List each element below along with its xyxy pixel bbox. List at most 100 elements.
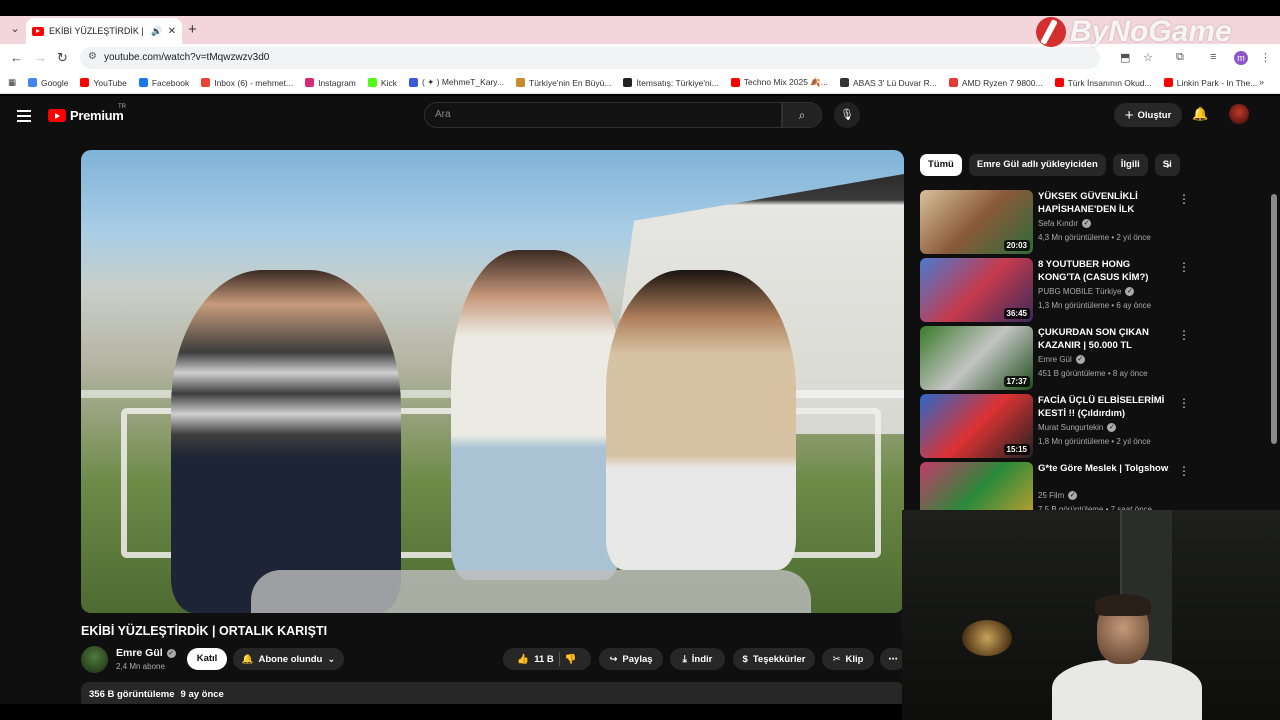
thanks-button[interactable]: $ Teşekkürler — [733, 648, 815, 670]
share-button[interactable]: ↪ Paylaş — [599, 648, 663, 670]
clip-button[interactable]: ✂ Klip — [822, 648, 874, 670]
thumbs-down-icon[interactable]: 👎 — [565, 654, 577, 665]
more-vertical-icon[interactable]: ⋮ — [1178, 260, 1190, 274]
recommendation-thumbnail[interactable]: 20:03 — [920, 190, 1033, 254]
bookmark-favicon-icon — [367, 78, 377, 87]
notifications-bell-icon[interactable]: 🔔 — [1192, 106, 1208, 122]
account-avatar[interactable] — [1229, 104, 1249, 124]
subscribed-button[interactable]: 🔔 Abone olundu ⌄ — [233, 648, 344, 670]
recommendation-channel[interactable]: Murat Sungurtekin — [1038, 423, 1103, 432]
more-vertical-icon[interactable]: ⋮ — [1178, 328, 1190, 342]
recommendation-channel[interactable]: PUBG MOBILE Türkiye — [1038, 287, 1121, 296]
recommendation-item[interactable]: 36:45 8 YOUTUBER HONG KONG'TA (CASUS KİM?… — [920, 258, 1200, 322]
filter-chip[interactable]: Emre Gül adlı yükleyiciden — [968, 154, 1106, 176]
bookmark-item[interactable]: Instagram — [305, 78, 356, 88]
more-vertical-icon[interactable]: ⋮ — [1178, 192, 1190, 206]
chevron-right-icon[interactable]: › — [1166, 157, 1170, 172]
bookmark-item[interactable]: ABAS 3' Lü Duvar R... — [839, 78, 937, 88]
apps-grid-icon[interactable]: ▦ — [8, 77, 16, 88]
join-button[interactable]: Katıl — [187, 648, 227, 670]
recommendation-item[interactable]: 15:15 FACİA ÜÇLÜ ELBİSELERİMİ KESTİ !! (Ç… — [920, 394, 1200, 458]
more-vertical-icon[interactable]: ⋮ — [1178, 464, 1190, 478]
search-input[interactable]: Ara — [424, 102, 782, 128]
recommendation-title[interactable]: 8 YOUTUBER HONG KONG'TA (CASUS KİM?) Böl… — [1038, 258, 1170, 284]
recommendation-channel[interactable]: Sefa Kındır — [1038, 219, 1078, 228]
browser-menu-icon[interactable]: ⋮ — [1260, 51, 1271, 64]
bookmark-item[interactable]: Türk İnsanının Okud... — [1054, 78, 1152, 88]
bookmark-item[interactable]: Türkiye'nin En Büyü... — [516, 78, 611, 88]
tab-search-chevron-icon[interactable]: ⌄ — [6, 20, 24, 38]
recommendation-item[interactable]: 20:03 YÜKSEK GÜVENLİKLİ HAPİSHANE'DEN İLK… — [920, 190, 1200, 254]
subscriber-count: 2,4 Mn abone — [116, 662, 165, 671]
filter-chip[interactable]: Tümü — [920, 154, 962, 176]
channel-name-row[interactable]: Emre Gül ✓ — [116, 647, 176, 659]
description-box[interactable]: 356 B görüntüleme 9 ay önce — [81, 682, 904, 706]
forward-arrow-icon[interactable]: → — [34, 50, 47, 65]
bookmark-item[interactable]: Google — [28, 78, 68, 88]
create-button[interactable]: + Oluştur — [1114, 103, 1182, 127]
recommendation-channel-row[interactable]: PUBG MOBILE Türkiye ✓ — [1038, 287, 1135, 296]
recommendation-thumbnail[interactable]: 15:15 — [920, 394, 1033, 458]
video-player[interactable] — [81, 150, 904, 613]
bookmark-favicon-icon — [305, 78, 315, 87]
bookmark-item[interactable]: Kick — [367, 78, 397, 88]
recommendation-channel-row[interactable]: 25 Film ✓ — [1038, 491, 1078, 500]
new-tab-button[interactable]: + — [188, 21, 197, 38]
verified-check-icon: ✓ — [1082, 219, 1092, 228]
recommendation-thumbnail[interactable]: 36:45 — [920, 258, 1033, 322]
bookmark-item[interactable]: YouTube — [80, 78, 127, 88]
recommendation-title[interactable]: YÜKSEK GÜVENLİKLİ HAPİSHANE'DEN İLK KAÇA… — [1038, 190, 1170, 216]
recommendation-title[interactable]: G*te Göre Meslek | Tolgshow — [1038, 462, 1170, 475]
bookmark-item[interactable]: AMD Ryzen 7 9800... — [948, 78, 1043, 88]
install-app-icon[interactable]: ⬒ — [1120, 51, 1130, 64]
recommendation-channel[interactable]: Emre Gül — [1038, 355, 1072, 364]
bookmark-label: Linkin Park - In The... — [1176, 77, 1258, 88]
profile-avatar[interactable]: m — [1234, 51, 1248, 65]
youtube-favicon-icon — [32, 26, 44, 36]
url-text[interactable]: youtube.com/watch?v=tMqwzwzv3d0 — [104, 52, 269, 63]
channel-name[interactable]: Emre Gül — [116, 647, 163, 659]
bookmark-favicon-icon — [948, 78, 958, 87]
bookmark-item[interactable]: ( ✦ ) MehmeT_Kary... — [408, 77, 504, 88]
bookmarks-overflow-icon[interactable]: » — [1259, 77, 1264, 87]
webcam-streamer-hair — [1095, 594, 1151, 616]
recommendation-channel-row[interactable]: Emre Gül ✓ — [1038, 355, 1085, 364]
recommendation-title[interactable]: ÇUKURDAN SON ÇIKAN KAZANIR | 50.000 TL — [1038, 326, 1170, 352]
recommendation-channel[interactable]: 25 Film — [1038, 491, 1064, 500]
duration-badge: 36:45 — [1003, 308, 1030, 319]
reload-icon[interactable]: ↻ — [57, 50, 68, 66]
youtube-premium-logo[interactable]: Premium TR — [48, 104, 126, 123]
more-vertical-icon[interactable]: ⋮ — [1178, 396, 1190, 410]
recommendation-item[interactable]: 17:37 ÇUKURDAN SON ÇIKAN KAZANIR | 50.000… — [920, 326, 1200, 390]
video-scene-person-left — [171, 270, 401, 613]
bookmark-item[interactable]: Linkin Park - In The... — [1163, 77, 1258, 88]
bookmark-item[interactable]: İtemsatış: Türkiye'ni... — [623, 78, 719, 88]
filter-chip[interactable]: İlgili — [1112, 154, 1148, 176]
bookmark-item[interactable]: Inbox (6) - mehmet... — [201, 78, 293, 88]
bookmarks-bar: ▦ Google YouTube Facebook Inbox (6) - mehme… — [0, 72, 1280, 94]
search-button[interactable]: ⌕ — [782, 102, 822, 128]
back-arrow-icon[interactable]: ← — [10, 50, 23, 65]
audio-playing-icon[interactable]: 🔊 — [151, 26, 162, 37]
bookmark-item[interactable]: Facebook — [138, 77, 190, 88]
menu-hamburger-icon[interactable] — [17, 110, 31, 125]
voice-search-button[interactable]: 🎙 — [834, 102, 860, 128]
page-scrollbar[interactable] — [1271, 194, 1277, 444]
media-controls-icon[interactable]: ≡ — [1210, 51, 1216, 63]
bookmark-label: Facebook — [151, 77, 190, 88]
omnibox[interactable]: ⚙ youtube.com/watch?v=tMqwzwzv3d0 — [80, 47, 1100, 69]
recommendation-title[interactable]: FACİA ÜÇLÜ ELBİSELERİMİ KESTİ !! (Çıldır… — [1038, 394, 1170, 420]
bookmark-star-icon[interactable]: ☆ — [1143, 51, 1153, 64]
download-button[interactable]: ⤓ İndir — [670, 648, 725, 670]
recommendation-channel-row[interactable]: Murat Sungurtekin ✓ — [1038, 423, 1117, 432]
like-button[interactable]: 👍 11 B — [517, 654, 553, 665]
channel-avatar[interactable] — [81, 646, 108, 673]
browser-tab-active[interactable]: EKİBİ YÜZLEŞTİRDİK | ORTA 🔊 ✕ — [26, 18, 182, 44]
share-label: Paylaş — [622, 653, 653, 665]
recommendation-channel-row[interactable]: Sefa Kındır ✓ — [1038, 219, 1092, 228]
close-tab-icon[interactable]: ✕ — [168, 26, 176, 37]
bookmark-item[interactable]: Techno Mix 2025 🍂... — [730, 77, 828, 88]
extensions-icon[interactable]: ⧉ — [1176, 51, 1184, 64]
recommendation-thumbnail[interactable]: 17:37 — [920, 326, 1033, 390]
site-info-icon[interactable]: ⚙ — [88, 51, 97, 62]
